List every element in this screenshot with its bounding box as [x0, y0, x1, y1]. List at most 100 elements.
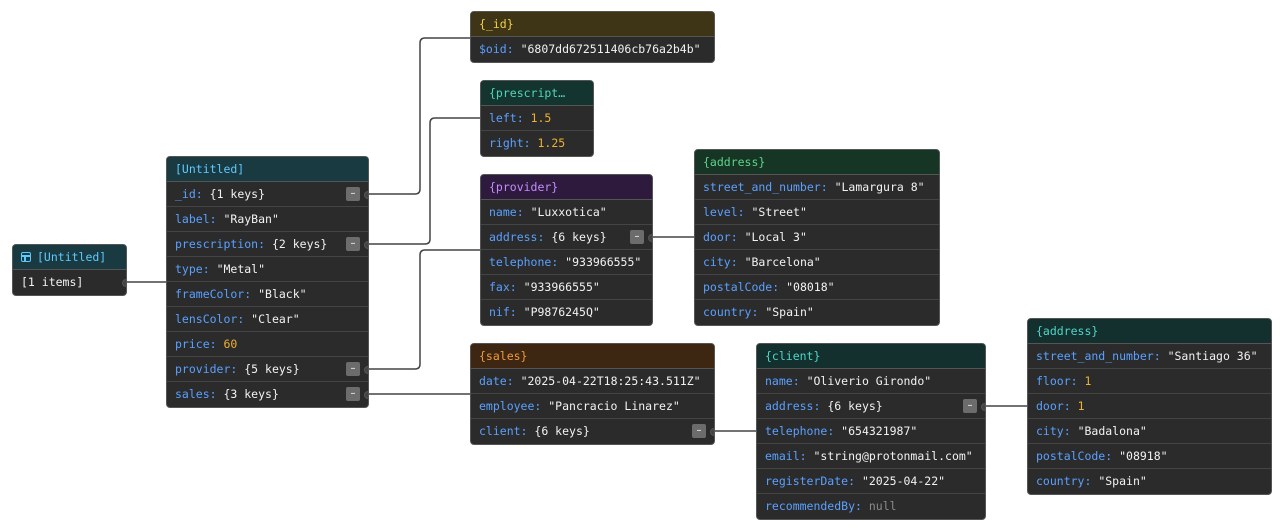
untitled-row-price: price: 60 [167, 332, 368, 357]
row-value: 1 [1084, 374, 1092, 388]
edge-handle [710, 428, 714, 436]
provider-row-name: name: "Luxxotica" [481, 200, 652, 225]
untitled-row-framecolor: frameColor: "Black" [167, 282, 368, 307]
row-key: country [703, 305, 752, 319]
row-key: sales [175, 387, 210, 401]
id-node-header: {_id} [471, 12, 714, 37]
sales-node-header: {sales} [471, 344, 714, 369]
provider-address-node[interactable]: {address} street_and_number: "Lamargura … [694, 149, 940, 326]
row-key: postalCode [1036, 449, 1106, 463]
untitled-row-label: label: "RayBan" [167, 207, 368, 232]
row-key: employee [479, 399, 535, 413]
prescription-node-title: {prescript… [489, 86, 566, 100]
provider-object-node[interactable]: {provider} name: "Luxxotica" address: {6… [480, 174, 653, 326]
row-key: label [175, 212, 210, 226]
collapse-icon[interactable]: – [692, 424, 706, 438]
prescription-row-right: right: 1.25 [489, 136, 566, 150]
row-value: "RayBan" [223, 212, 279, 226]
row-key: level [703, 205, 738, 219]
root-handle [122, 279, 126, 287]
row-key: city [1036, 424, 1064, 438]
row-value: "933966555" [565, 255, 642, 269]
root-items-row: [1 items] [13, 270, 126, 295]
row-value: "Spain" [1098, 474, 1147, 488]
sales-object-node[interactable]: {sales} date: "2025-04-22T18:25:43.511Z"… [470, 343, 715, 445]
row-value: null [868, 499, 897, 513]
client-address-node[interactable]: {address} street_and_number: "Santiago 3… [1027, 318, 1272, 495]
row-key: lensColor [175, 312, 238, 326]
row-key: address [765, 399, 814, 413]
client-object-node[interactable]: {client} name: "Oliverio Girondo" addres… [756, 343, 986, 520]
row-value: "Pancracio Linarez" [548, 399, 680, 413]
row-key: type [175, 262, 203, 276]
row-value: "P9876245Q" [523, 305, 600, 319]
row-value: "2025-04-22T18:25:43.511Z" [520, 374, 701, 388]
row-value: "2025-04-22" [861, 474, 946, 488]
row-value: {5 keys} [244, 362, 300, 376]
row-value: "654321987" [841, 424, 918, 438]
client-row-email: email: "string@protonmail.com" [757, 444, 985, 469]
row-key: telephone [489, 255, 552, 269]
row-value: 1.25 [537, 136, 566, 150]
edge-handle [364, 191, 368, 199]
prescription-object-node[interactable]: {prescript… left: 1.5 right: 1.25 [480, 80, 594, 157]
row-key: address [489, 230, 538, 244]
provider-node-title: {provider} [489, 180, 559, 194]
untitled-row-id: _id: {1 keys} – [167, 182, 368, 207]
row-key: price [175, 337, 210, 351]
sales-row-date: date: "2025-04-22T18:25:43.511Z" [471, 369, 714, 394]
row-value: "Lamargura 8" [834, 180, 925, 194]
row-value: {1 keys} [209, 187, 266, 201]
prescription-node-header: {prescript… [481, 81, 593, 106]
row-value: "Local 3" [744, 230, 807, 244]
row-key: telephone [765, 424, 828, 438]
row-value: "6807dd672511406cb76a2b4b" [520, 42, 701, 56]
provider-row-telephone: telephone: "933966555" [481, 250, 652, 275]
provider-row-address: address: {6 keys} – [481, 225, 652, 250]
edge-handle [364, 241, 368, 249]
row-key: postalCode [703, 280, 773, 294]
row-value: 1.5 [530, 111, 552, 125]
client-row-name: name: "Oliverio Girondo" [757, 369, 985, 394]
row-value: "Barcelona" [744, 255, 821, 269]
row-value: 1 [1077, 399, 1085, 413]
collapse-icon[interactable]: – [630, 230, 644, 244]
client-row-registerdate: registerDate: "2025-04-22" [757, 469, 985, 494]
client-address-row: country: "Spain" [1036, 474, 1147, 488]
sales-row-employee: employee: "Pancracio Linarez" [471, 394, 714, 419]
client-address-title: {address} [1036, 324, 1099, 338]
row-key: email [765, 449, 800, 463]
provider-address-row: postalCode: "08018" [695, 275, 939, 300]
untitled-row-prescription: prescription: {2 keys} – [167, 232, 368, 257]
root-node-header: [Untitled] [13, 245, 126, 270]
row-value: "08918" [1119, 449, 1168, 463]
collapse-icon[interactable]: – [346, 237, 360, 251]
row-key: client [479, 424, 521, 438]
provider-node-header: {provider} [481, 175, 652, 200]
collapse-icon[interactable]: – [346, 387, 360, 401]
root-array-node[interactable]: [Untitled] [1 items] [12, 244, 127, 296]
untitled-object-node[interactable]: [Untitled] _id: {1 keys} – label: "RayBan… [166, 156, 369, 408]
provider-row-nif: nif: "P9876245Q" [489, 305, 600, 319]
provider-address-row: street_and_number: "Lamargura 8" [695, 175, 939, 200]
root-items-count: [1 items] [21, 275, 84, 289]
collapse-icon[interactable]: – [346, 362, 360, 376]
row-key: street_and_number [703, 180, 821, 194]
untitled-row-type: type: "Metal" [167, 257, 368, 282]
untitled-node-title: [Untitled] [175, 162, 245, 176]
id-object-node[interactable]: {_id} $oid: "6807dd672511406cb76a2b4b" [470, 11, 715, 63]
edge-handle [981, 403, 985, 411]
row-value: "Metal" [216, 262, 266, 276]
row-value: "08018" [786, 280, 835, 294]
untitled-row-provider: provider: {5 keys} – [167, 357, 368, 382]
row-value: {6 keys} [827, 399, 883, 413]
provider-address-title: {address} [703, 155, 766, 169]
row-value: "Luxxotica" [530, 205, 607, 219]
row-key: country [1036, 474, 1085, 488]
edge-handle [648, 234, 652, 242]
collapse-icon[interactable]: – [963, 399, 977, 413]
client-row-recommendedby: recommendedBy: null [765, 499, 897, 513]
row-key: date [479, 374, 507, 388]
collapse-icon[interactable]: – [346, 187, 360, 201]
sales-row-client: client: {6 keys} – [471, 419, 714, 444]
